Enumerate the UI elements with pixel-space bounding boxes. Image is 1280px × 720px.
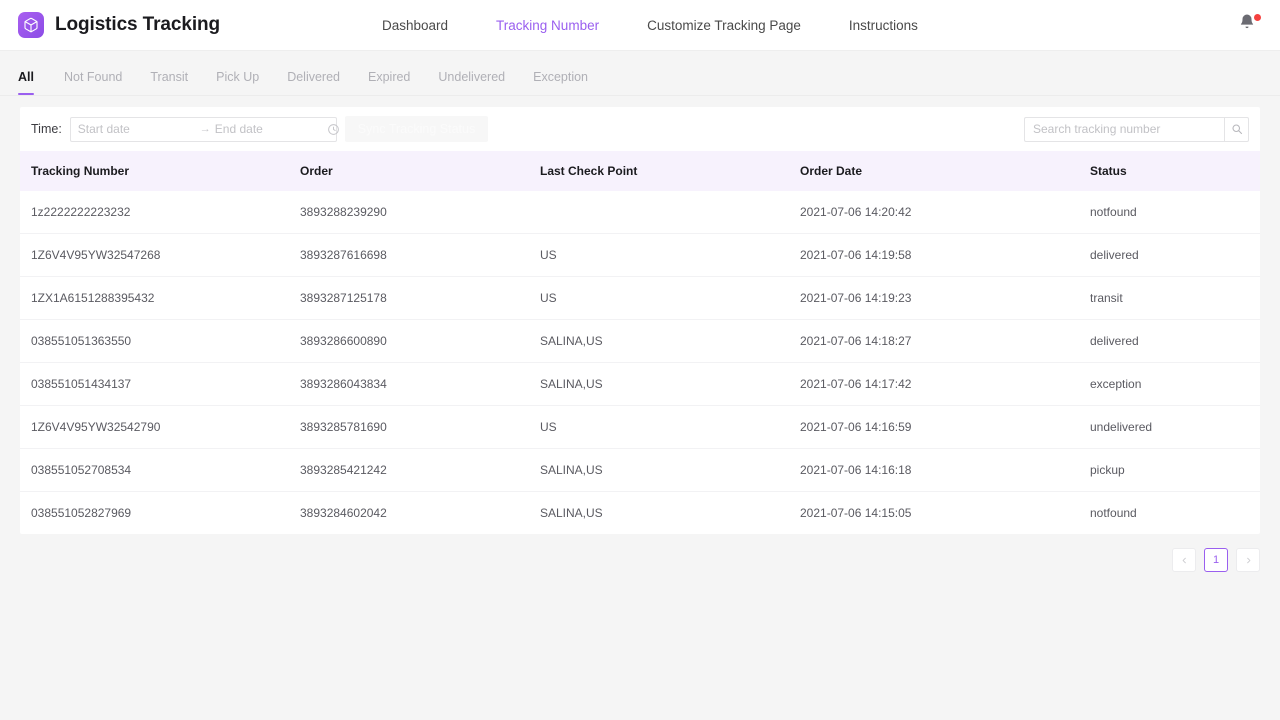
tab-delivered[interactable]: Delivered [273, 70, 354, 95]
cell-tracking-number: 1ZX1A6151288395432 [20, 276, 300, 320]
nav-item-customize-tracking-page[interactable]: Customize Tracking Page [623, 0, 825, 51]
column-header-order[interactable]: Order [300, 151, 540, 191]
tab-transit[interactable]: Transit [136, 70, 202, 95]
cell-last-check-point: SALINA,US [540, 506, 603, 520]
pagination-page-1-button[interactable]: 1 [1204, 548, 1228, 572]
cell-order-date: 2021-07-06 14:16:59 [800, 405, 1090, 449]
tab-exception[interactable]: Exception [519, 70, 602, 95]
column-header-status[interactable]: Status [1090, 151, 1260, 191]
search-box [1024, 116, 1249, 142]
table-row[interactable]: 038551051434137 3893286043834 SALINA,US … [20, 362, 1260, 406]
nav-item-dashboard[interactable]: Dashboard [358, 0, 472, 51]
tab-not-found[interactable]: Not Found [50, 70, 136, 95]
time-filter-label: Time: [31, 122, 62, 136]
cell-tracking-number: 1Z6V4V95YW32542790 [20, 405, 300, 449]
column-header-last-check-point[interactable]: Last Check Point [540, 151, 800, 191]
table-row[interactable]: 1z2222222223232 3893288239290 2021-07-06… [20, 191, 1260, 234]
table-row[interactable]: 038551052708534 3893285421242 SALINA,US … [20, 448, 1260, 492]
table-row[interactable]: 1ZX1A6151288395432 3893287125178 US 2021… [20, 276, 1260, 320]
cell-status: pickup [1090, 448, 1260, 492]
table-row[interactable]: 1Z6V4V95YW32547268 3893287616698 US 2021… [20, 233, 1260, 277]
filter-bar: Time: → Sync Tracking Status [20, 107, 1260, 151]
end-date-input[interactable] [214, 122, 327, 136]
cell-status: undelivered [1090, 405, 1260, 449]
cell-status: notfound [1090, 191, 1260, 234]
sync-tracking-status-button[interactable]: Sync Tracking Status [344, 116, 489, 142]
nav-item-instructions[interactable]: Instructions [825, 0, 942, 51]
cell-order: 3893288239290 [300, 191, 540, 234]
start-date-input[interactable] [77, 122, 196, 136]
cell-tracking-number: 1Z6V4V95YW32547268 [20, 233, 300, 277]
cell-last-check-point: US [540, 233, 800, 277]
pagination-prev-button[interactable] [1172, 548, 1196, 572]
date-range-picker[interactable]: → [69, 116, 340, 142]
notification-dot [1254, 14, 1261, 21]
cell-order: 3893284602042 [300, 506, 387, 520]
content-card: Time: → Sync Tracking Status [20, 107, 1260, 534]
column-header-order-date[interactable]: Order Date [800, 151, 1090, 191]
date-range-separator: → [199, 123, 211, 135]
cell-order-date: 2021-07-06 14:18:27 [800, 319, 1090, 363]
nav-item-tracking-number[interactable]: Tracking Number [472, 0, 623, 51]
page-title: Logistics Tracking [55, 14, 221, 35]
brand: Logistics Tracking [0, 12, 220, 38]
search-button[interactable] [1224, 116, 1249, 142]
main-nav: Dashboard Tracking Number Customize Trac… [358, 0, 942, 51]
table-row[interactable]: 038551052827969 3893284602042 SALINA,US … [20, 492, 1260, 535]
cell-order: 3893285781690 [300, 405, 540, 449]
cell-status: exception [1090, 362, 1260, 406]
notification-button[interactable] [1238, 13, 1262, 37]
top-navigation-bar: Logistics Tracking Dashboard Tracking Nu… [0, 0, 1280, 51]
cell-last-check-point: US [540, 276, 800, 320]
cell-order: 3893286600890 [300, 319, 540, 363]
cell-status: transit [1090, 276, 1260, 320]
cell-tracking-number: 038551052708534 [20, 448, 300, 492]
cell-status: delivered [1090, 319, 1260, 363]
chevron-left-icon [1182, 557, 1186, 563]
search-input[interactable] [1024, 116, 1224, 142]
cell-order-date: 2021-07-06 14:20:42 [800, 191, 1090, 234]
cell-order-date: 2021-07-06 14:15:05 [800, 506, 912, 520]
pagination: 1 [0, 548, 1260, 572]
pagination-next-button[interactable] [1236, 548, 1260, 572]
cell-last-check-point [540, 191, 800, 234]
cell-last-check-point: US [540, 405, 800, 449]
cell-tracking-number: 038551051434137 [20, 362, 300, 406]
chevron-right-icon [1246, 557, 1250, 563]
tab-all[interactable]: All [18, 70, 50, 95]
cell-tracking-number: 1z2222222223232 [20, 191, 300, 234]
table-row[interactable]: 038551051363550 3893286600890 SALINA,US … [20, 319, 1260, 363]
tab-expired[interactable]: Expired [354, 70, 424, 95]
cell-order-date: 2021-07-06 14:19:23 [800, 276, 1090, 320]
cell-status: notfound [1090, 506, 1137, 520]
status-tab-bar: All Not Found Transit Pick Up Delivered … [0, 51, 1280, 96]
table-row[interactable]: 1Z6V4V95YW32542790 3893285781690 US 2021… [20, 405, 1260, 449]
tracking-table: Tracking Number Order Last Check Point O… [20, 151, 1260, 534]
cell-order: 3893286043834 [300, 362, 540, 406]
tab-undelivered[interactable]: Undelivered [424, 70, 519, 95]
table-body: 1z2222222223232 3893288239290 2021-07-06… [20, 191, 1260, 534]
cell-last-check-point: SALINA,US [540, 362, 800, 406]
package-cube-icon [18, 12, 44, 38]
cell-last-check-point: SALINA,US [540, 448, 800, 492]
cell-order: 3893285421242 [300, 448, 540, 492]
cell-order: 3893287125178 [300, 276, 540, 320]
cell-tracking-number: 038551051363550 [20, 319, 300, 363]
cell-order-date: 2021-07-06 14:19:58 [800, 233, 1090, 277]
cell-order-date: 2021-07-06 14:16:18 [800, 448, 1090, 492]
column-header-tracking-number[interactable]: Tracking Number [20, 151, 300, 191]
cell-status: delivered [1090, 233, 1260, 277]
cell-order-date: 2021-07-06 14:17:42 [800, 362, 1090, 406]
search-icon [1231, 124, 1242, 135]
cell-last-check-point: SALINA,US [540, 319, 800, 363]
tab-pick-up[interactable]: Pick Up [202, 70, 273, 95]
cell-tracking-number: 038551052827969 [31, 506, 132, 520]
table-header-row: Tracking Number Order Last Check Point O… [20, 151, 1260, 191]
cell-order: 3893287616698 [300, 233, 540, 277]
clock-icon [327, 123, 340, 136]
